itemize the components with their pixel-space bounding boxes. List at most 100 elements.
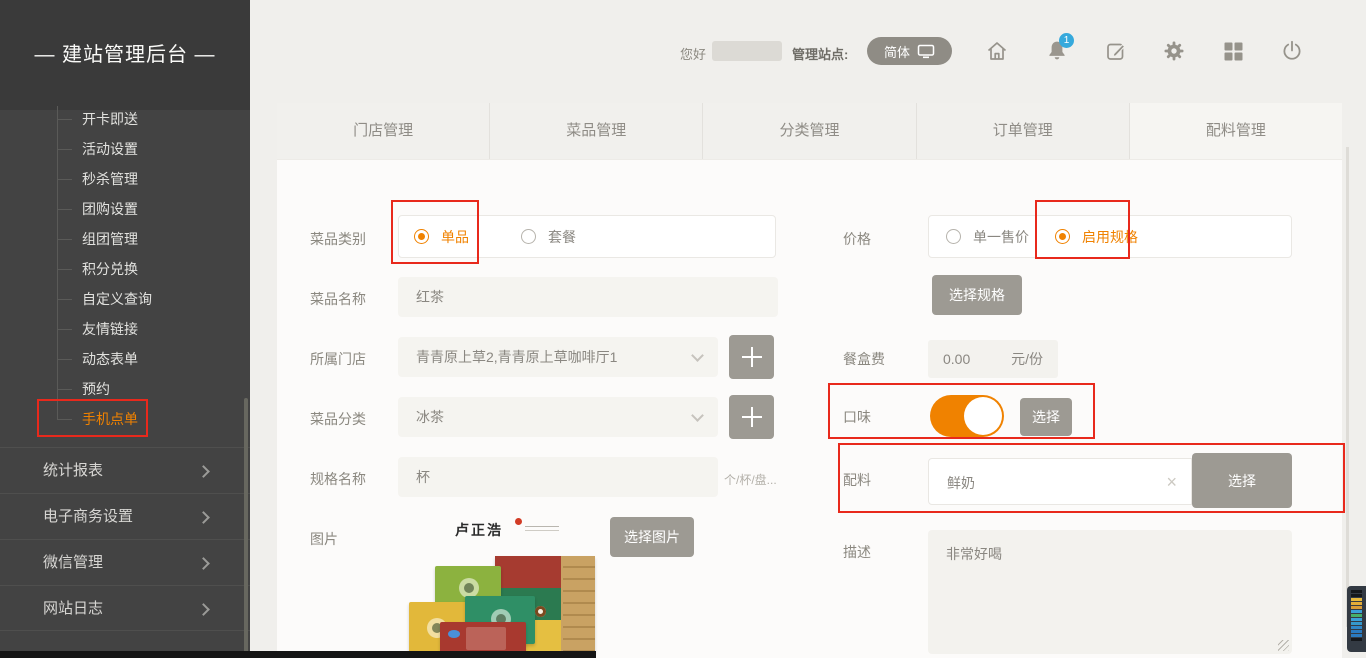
section-label: 电子商务设置: [43, 508, 133, 525]
flavor-toggle[interactable]: [930, 395, 1004, 437]
redacted-username: [712, 41, 782, 61]
toggle-knob: [964, 397, 1002, 435]
chevron-down-icon: [691, 409, 704, 422]
price-type-group: 单一售价 启用规格: [928, 215, 1292, 258]
chevron-right-icon: [197, 511, 210, 524]
radio-single-item[interactable]: [414, 229, 429, 244]
grid-icon[interactable]: [1221, 39, 1245, 63]
tab-ingredient-management[interactable]: 配料管理: [1130, 103, 1342, 159]
radio-enable-spec[interactable]: [1055, 229, 1070, 244]
price-label: 价格: [843, 229, 871, 249]
tab-store-management[interactable]: 门店管理: [277, 103, 490, 159]
section-label: 微信管理: [43, 554, 103, 571]
sidebar-item-tuangou[interactable]: 团购设置: [0, 194, 250, 224]
sidebar-section-stats[interactable]: 统计报表: [0, 447, 250, 493]
brand-text: 卢正浩: [455, 520, 503, 540]
radio-single-item-label[interactable]: 单品: [441, 228, 469, 246]
ingredient-label: 配料: [843, 470, 871, 490]
box-fee-unit: 元/份: [1011, 349, 1043, 369]
spec-name-label: 规格名称: [310, 469, 366, 489]
ingredient-value: 鲜奶: [947, 473, 975, 493]
store-select[interactable]: 青青原上草2,青青原上草咖啡厅1: [398, 337, 718, 377]
section-label: 网站日志: [43, 600, 103, 617]
flavor-select-button[interactable]: 选择: [1020, 398, 1072, 436]
spec-name-input[interactable]: [398, 457, 718, 497]
section-label: 统计报表: [43, 462, 103, 479]
dish-name-input[interactable]: [398, 277, 778, 317]
edit-icon[interactable]: [1104, 39, 1128, 63]
image-label: 图片: [310, 529, 338, 549]
store-select-value: 青青原上草2,青青原上草咖啡厅1: [416, 349, 617, 365]
radio-combo-label[interactable]: 套餐: [548, 228, 576, 246]
sidebar-scrollbar[interactable]: [244, 398, 248, 658]
brand-dot: [515, 518, 522, 525]
radio-single-price[interactable]: [946, 229, 961, 244]
product-image: 卢正浩: [407, 518, 612, 658]
sidebar-item-yuyue[interactable]: 预约: [0, 374, 250, 404]
description-label: 描述: [843, 542, 871, 562]
notification-badge: 1: [1059, 33, 1074, 48]
dish-type-group: 单品 套餐: [398, 215, 776, 258]
chevron-right-icon: [197, 603, 210, 616]
box-fee-value: 0.00: [943, 351, 970, 367]
category-select-value: 冰茶: [416, 409, 444, 425]
language-label: 简体: [884, 42, 910, 61]
chevron-right-icon: [197, 557, 210, 570]
sidebar-item-dongtai[interactable]: 动态表单: [0, 344, 250, 374]
plus-icon: [729, 395, 774, 439]
clear-icon[interactable]: ×: [1166, 473, 1177, 491]
select-spec-button[interactable]: 选择规格: [932, 275, 1022, 315]
add-category-button[interactable]: [729, 395, 774, 439]
sidebar: — 建站管理后台 — 开卡即送 活动设置 秒杀管理 团购设置 组团管理 积分兑换…: [0, 0, 250, 658]
home-icon[interactable]: [985, 39, 1009, 63]
sidebar-section-ecommerce[interactable]: 电子商务设置: [0, 493, 250, 539]
sidebar-item-zidingyi[interactable]: 自定义查询: [0, 284, 250, 314]
ingredient-field[interactable]: 鲜奶 ×: [928, 458, 1192, 505]
dish-name-label: 菜品名称: [310, 289, 366, 309]
chevron-right-icon: [197, 465, 210, 478]
sidebar-section-wechat[interactable]: 微信管理: [0, 539, 250, 585]
sidebar-item-youqing[interactable]: 友情链接: [0, 314, 250, 344]
app-window: — 建站管理后台 — 开卡即送 活动设置 秒杀管理 团购设置 组团管理 积分兑换…: [0, 0, 1366, 658]
box-fee-field[interactable]: 0.00 元/份: [928, 340, 1058, 378]
tab-category-management[interactable]: 分类管理: [703, 103, 916, 159]
sidebar-item-huodong[interactable]: 活动设置: [0, 134, 250, 164]
sidebar-item-zutuan[interactable]: 组团管理: [0, 224, 250, 254]
sidebar-item-mobile-order[interactable]: 手机点单: [0, 404, 250, 434]
bottom-edge-strip: [0, 651, 596, 658]
category-label: 菜品分类: [310, 409, 366, 429]
dish-type-label: 菜品类别: [310, 229, 366, 249]
store-label: 所属门店: [310, 349, 366, 369]
gear-icon[interactable]: [1162, 39, 1186, 63]
greeting-text: 您好: [680, 44, 706, 63]
sidebar-item-miaosha[interactable]: 秒杀管理: [0, 164, 250, 194]
language-pill[interactable]: 简体: [867, 37, 952, 65]
description-textarea[interactable]: 非常好喝: [928, 530, 1292, 654]
sidebar-section-logs[interactable]: 网站日志: [0, 585, 250, 631]
textarea-resize-handle[interactable]: [1278, 640, 1289, 651]
radio-combo[interactable]: [521, 229, 536, 244]
brand-subtext: [525, 526, 559, 531]
radio-single-price-label[interactable]: 单一售价: [973, 228, 1029, 246]
ingredient-select-button[interactable]: 选择: [1192, 453, 1292, 508]
flavor-label: 口味: [843, 407, 871, 427]
tab-order-management[interactable]: 订单管理: [917, 103, 1130, 159]
chevron-down-icon: [691, 349, 704, 362]
sidebar-item-kaika[interactable]: 开卡即送: [0, 104, 250, 134]
add-store-button[interactable]: [729, 335, 774, 379]
power-icon[interactable]: [1280, 39, 1304, 63]
plus-icon: [729, 335, 774, 379]
tab-bar: 门店管理 菜品管理 分类管理 订单管理 配料管理: [277, 103, 1342, 160]
manage-site-label: 管理站点:: [792, 44, 848, 63]
sidebar-item-jifen[interactable]: 积分兑换: [0, 254, 250, 284]
mini-widget[interactable]: [1347, 586, 1366, 652]
page-scrollbar[interactable]: [1346, 147, 1349, 627]
tab-dish-management[interactable]: 菜品管理: [490, 103, 703, 159]
monitor-icon: [917, 44, 935, 59]
spec-hint: 个/杯/盘...: [724, 471, 777, 488]
select-image-button[interactable]: 选择图片: [610, 517, 694, 557]
radio-enable-spec-label[interactable]: 启用规格: [1082, 228, 1138, 246]
category-select[interactable]: 冰茶: [398, 397, 718, 437]
content-panel: 门店管理 菜品管理 分类管理 订单管理 配料管理 菜品类别 单品 套餐 菜品名称…: [277, 103, 1342, 658]
box-fee-label: 餐盒费: [843, 349, 885, 369]
